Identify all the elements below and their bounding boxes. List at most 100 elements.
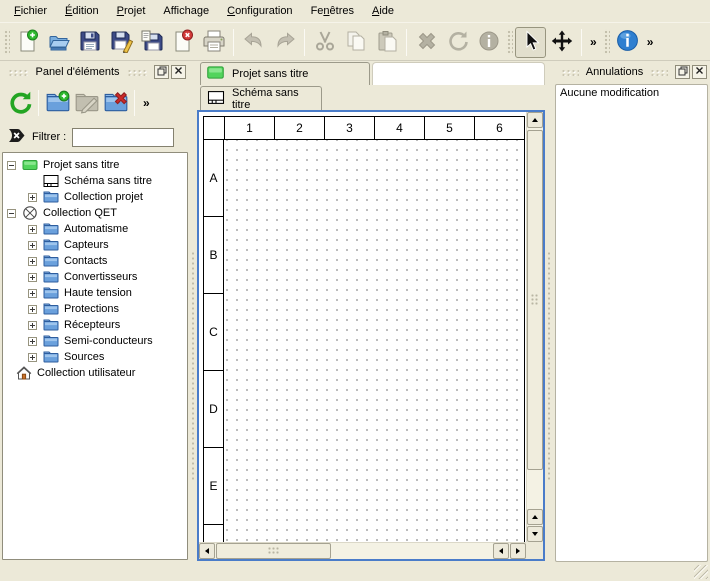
scroll-down-button[interactable] xyxy=(527,526,543,542)
select-mode-button[interactable] xyxy=(515,27,546,58)
move-mode-button[interactable] xyxy=(546,27,577,58)
delete-button[interactable] xyxy=(411,27,442,58)
project-icon xyxy=(207,66,224,82)
clear-filter-icon[interactable] xyxy=(7,128,26,146)
toolbar-overflow-button[interactable]: » xyxy=(643,35,658,49)
toolbar-drag-handle[interactable] xyxy=(603,29,610,55)
paste-button[interactable] xyxy=(371,27,402,58)
scroll-right-button[interactable] xyxy=(510,543,526,559)
menu-fichier[interactable]: Fichier xyxy=(5,1,56,21)
toolbar-overflow-button[interactable]: » xyxy=(586,35,601,49)
expand-expander-icon[interactable] xyxy=(28,241,37,250)
expand-expander-icon[interactable] xyxy=(28,225,37,234)
expand-expander-icon[interactable] xyxy=(28,193,37,202)
right-splitter[interactable] xyxy=(545,61,553,561)
tree-item-convertisseurs[interactable]: Convertisseurs xyxy=(3,269,187,285)
scroll-left-button[interactable] xyxy=(199,543,215,559)
scroll-left-button-right[interactable] xyxy=(493,543,509,559)
arrow-left-icon xyxy=(499,548,503,554)
menu-edition[interactable]: Édition xyxy=(56,1,108,21)
tab-schema-sans-titre[interactable]: Schéma sans titre xyxy=(200,86,322,110)
collapse-expander-icon[interactable] xyxy=(7,209,16,218)
elements-tree[interactable]: Projet sans titre Schéma sans titre Coll… xyxy=(2,152,188,560)
float-panel-button[interactable] xyxy=(154,65,169,79)
tree-item-recepteurs[interactable]: Récepteurs xyxy=(3,317,187,333)
tree-item-contacts[interactable]: Contacts xyxy=(3,253,187,269)
expand-expander-icon[interactable] xyxy=(28,257,37,266)
new-category-button[interactable] xyxy=(43,89,72,118)
horizontal-scrollbar[interactable] xyxy=(199,542,526,559)
expand-expander-icon[interactable] xyxy=(28,273,37,282)
elements-panel-toolbar: » xyxy=(0,84,189,122)
diagram-canvas[interactable]: 1 2 3 4 5 6 A B C D E xyxy=(199,112,526,542)
scroll-up-button-bottom[interactable] xyxy=(527,509,543,525)
folder-icon xyxy=(43,349,59,365)
save-all-button[interactable] xyxy=(136,27,167,58)
undo-button[interactable] xyxy=(238,27,269,58)
menu-affichage[interactable]: Affichage xyxy=(154,1,218,21)
collapse-expander-icon[interactable] xyxy=(7,161,16,170)
redo-button[interactable] xyxy=(269,27,300,58)
float-panel-button[interactable] xyxy=(675,65,690,79)
horizontal-scrollbar-thumb[interactable] xyxy=(216,543,331,559)
menu-projet[interactable]: Projet xyxy=(108,1,155,21)
toolbar-drag-handle[interactable] xyxy=(3,29,10,55)
window-size-grip[interactable] xyxy=(694,565,708,579)
refresh-icon xyxy=(7,89,33,118)
expand-expander-icon[interactable] xyxy=(28,321,37,330)
tab-projet-sans-titre[interactable]: Projet sans titre xyxy=(200,62,370,85)
close-document-button[interactable] xyxy=(167,27,198,58)
row-header: A xyxy=(204,140,224,217)
copy-icon xyxy=(344,29,368,56)
menu-aide[interactable]: Aide xyxy=(363,1,403,21)
project-icon xyxy=(22,157,38,173)
expand-expander-icon[interactable] xyxy=(28,289,37,298)
panel-toolbar-overflow-button[interactable]: » xyxy=(139,96,154,110)
tree-item-sources[interactable]: Sources xyxy=(3,349,187,365)
tree-item-collection-projet[interactable]: Collection projet xyxy=(3,189,187,205)
menu-fenetres[interactable]: Fenêtres xyxy=(302,1,363,21)
info-gray-button[interactable] xyxy=(473,27,504,58)
save-button[interactable] xyxy=(74,27,105,58)
vertical-scrollbar-thumb[interactable] xyxy=(527,130,543,470)
new-document-button[interactable] xyxy=(12,27,43,58)
tree-item-semi-conducteurs[interactable]: Semi-conducteurs xyxy=(3,333,187,349)
annulations-panel-titlebar[interactable]: Annulations xyxy=(553,62,710,82)
menu-configuration[interactable]: Configuration xyxy=(218,1,301,21)
delete-category-button[interactable] xyxy=(101,89,130,118)
left-splitter[interactable] xyxy=(189,61,197,561)
scroll-up-button[interactable] xyxy=(527,112,543,128)
rotate-button[interactable] xyxy=(442,27,473,58)
undo-history-list[interactable]: Aucune modification xyxy=(555,84,708,562)
arrow-up-icon xyxy=(532,515,538,519)
close-panel-button[interactable] xyxy=(171,65,186,79)
column-header: 6 xyxy=(474,117,524,139)
toolbar-separator xyxy=(38,90,39,116)
vertical-scrollbar[interactable] xyxy=(526,112,543,542)
expand-expander-icon[interactable] xyxy=(28,353,37,362)
copy-button[interactable] xyxy=(340,27,371,58)
filter-input[interactable] xyxy=(72,128,174,147)
save-as-button[interactable] xyxy=(105,27,136,58)
tree-item-capteurs[interactable]: Capteurs xyxy=(3,237,187,253)
tree-item-collection-qet[interactable]: Collection QET xyxy=(3,205,187,221)
close-panel-button[interactable] xyxy=(692,65,707,79)
expand-expander-icon[interactable] xyxy=(28,337,37,346)
tree-item-protections[interactable]: Protections xyxy=(3,301,187,317)
print-button[interactable] xyxy=(198,27,229,58)
open-button[interactable] xyxy=(43,27,74,58)
tree-item-collection-utilisateur[interactable]: Collection utilisateur xyxy=(3,365,187,381)
reload-collections-button[interactable] xyxy=(5,89,34,118)
toolbar-separator xyxy=(233,29,234,56)
cut-button[interactable] xyxy=(309,27,340,58)
tree-item-projet-sans-titre[interactable]: Projet sans titre xyxy=(3,157,187,173)
tree-item-haute-tension[interactable]: Haute tension xyxy=(3,285,187,301)
tree-item-schema-sans-titre[interactable]: Schéma sans titre xyxy=(3,173,187,189)
about-button[interactable] xyxy=(612,27,643,58)
toolbar-drag-handle[interactable] xyxy=(506,29,513,55)
tree-item-automatisme[interactable]: Automatisme xyxy=(3,221,187,237)
edit-category-button[interactable] xyxy=(72,89,101,118)
rotate-icon xyxy=(446,29,470,56)
elements-panel-titlebar[interactable]: Panel d'éléments xyxy=(0,62,189,82)
expand-expander-icon[interactable] xyxy=(28,305,37,314)
